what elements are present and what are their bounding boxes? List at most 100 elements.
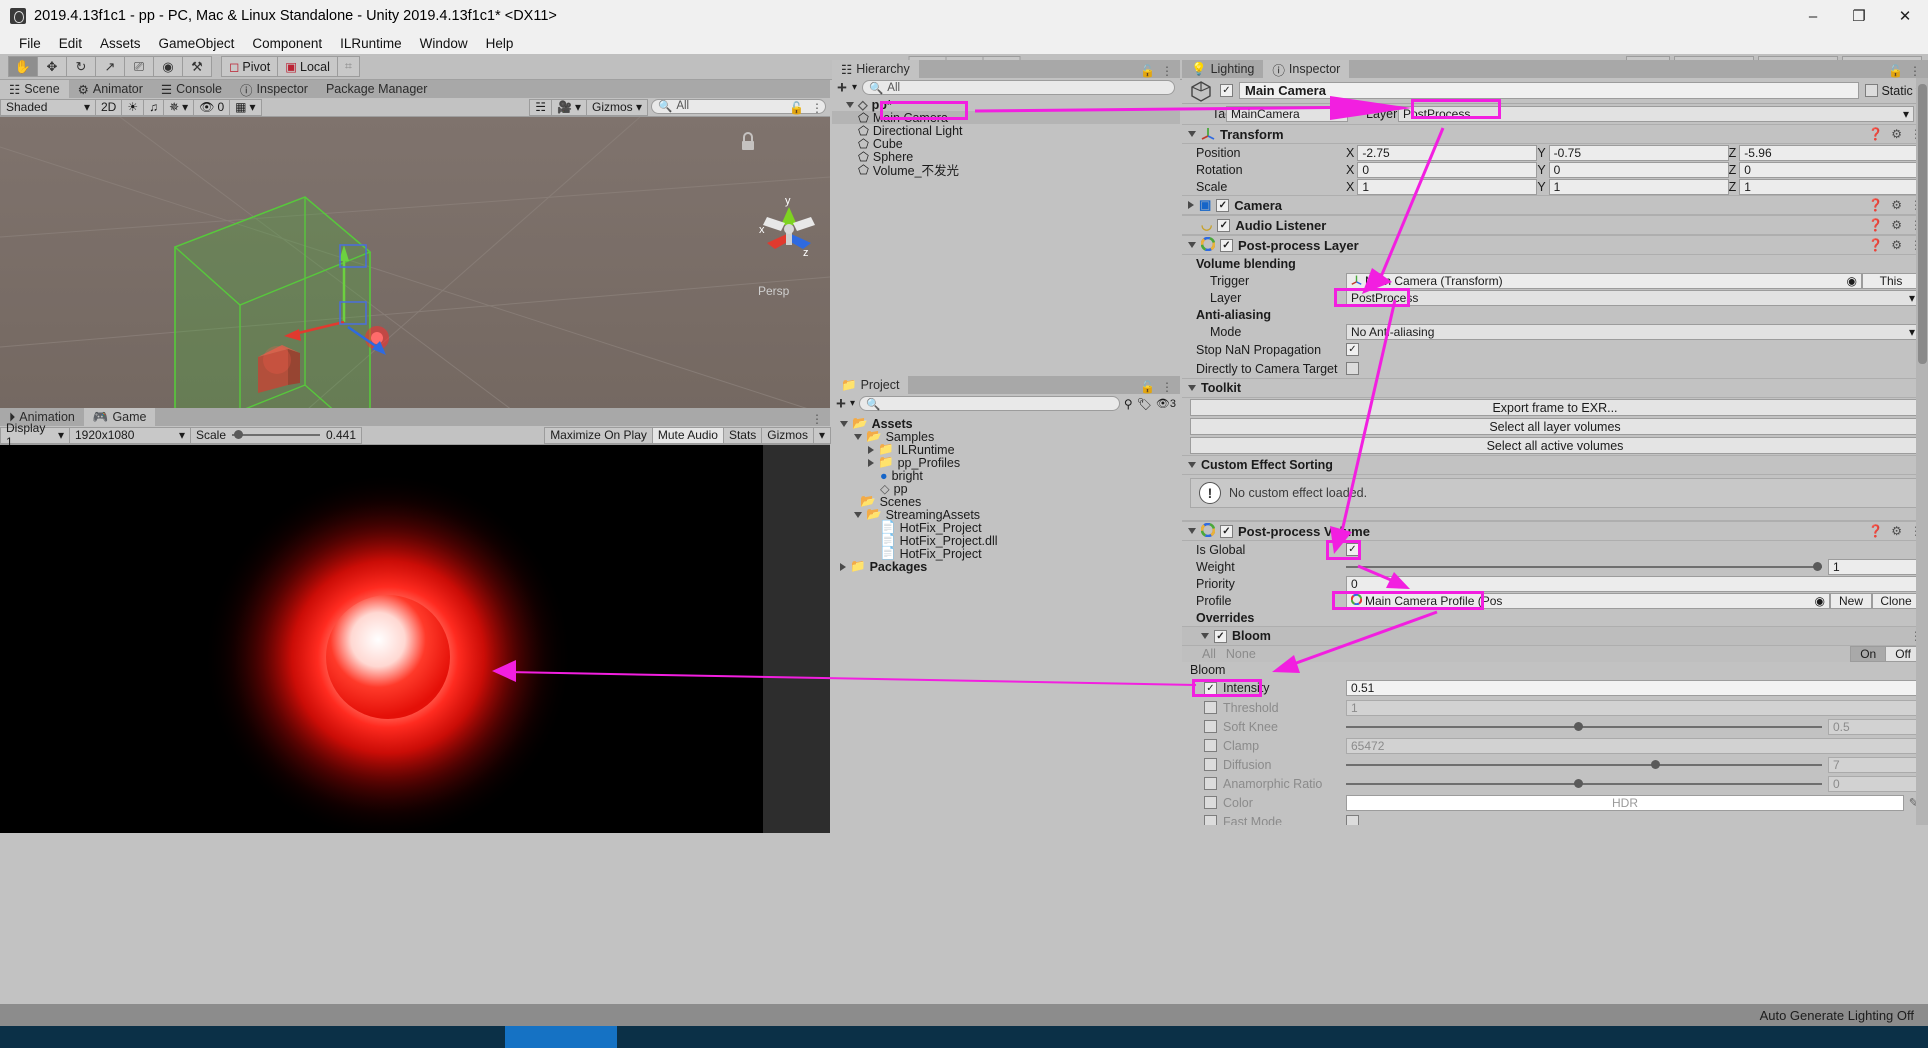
toolkit-header[interactable]: Toolkit bbox=[1182, 378, 1928, 398]
hierarchy-kebab-icon[interactable]: ⋮ bbox=[1161, 64, 1180, 78]
shading-mode-dropdown[interactable]: Shaded ▾ bbox=[0, 98, 96, 116]
chevron-down-icon[interactable] bbox=[840, 420, 848, 427]
game-kebab-icon[interactable]: ⋮ bbox=[811, 412, 830, 426]
anamorphic-ratio-checkbox[interactable] bbox=[1204, 777, 1217, 790]
help-icon[interactable]: ❓ bbox=[1868, 198, 1883, 212]
game-gizmos-chevron[interactable]: ▾ bbox=[812, 426, 831, 444]
scene-lighting-dropdown[interactable]: 🎥 ▾ bbox=[551, 98, 587, 116]
chevron-down-icon[interactable] bbox=[1188, 462, 1196, 468]
anamorphic-ratio-value[interactable]: 0 bbox=[1828, 775, 1920, 792]
chevron-down-icon[interactable] bbox=[1188, 242, 1196, 248]
grid-snap-toggle[interactable]: ⌗ bbox=[336, 56, 360, 77]
project-item-packages[interactable]: 📁 Packages bbox=[832, 559, 1180, 574]
minimize-button[interactable]: – bbox=[1790, 0, 1836, 32]
pplayer-enabled-checkbox[interactable]: ✓ bbox=[1220, 238, 1233, 252]
hierarchy-root-row[interactable]: ◇ pp* bbox=[832, 98, 1180, 112]
profile-new-button[interactable]: New bbox=[1830, 592, 1872, 609]
project-item-pp-scene[interactable]: ◇ pp bbox=[832, 482, 1180, 497]
soft-knee-value[interactable]: 0.5 bbox=[1828, 718, 1920, 735]
scene-fx-dropdown[interactable]: ✵ ▾ bbox=[163, 98, 195, 116]
custom-effect-sorting-header[interactable]: Custom Effect Sorting bbox=[1182, 455, 1928, 475]
scale-z-input[interactable]: 1 bbox=[1739, 178, 1920, 195]
local-toggle[interactable]: ▣ Local bbox=[277, 56, 338, 77]
scene-camera-settings[interactable]: ☵ bbox=[529, 98, 553, 116]
lock-icon[interactable]: 🔓 bbox=[789, 101, 804, 115]
tab-game[interactable]: 🎮 Game bbox=[83, 408, 156, 426]
filter-type-icon[interactable]: ⚲ bbox=[1124, 397, 1133, 411]
ppvolume-enabled-checkbox[interactable]: ✓ bbox=[1220, 524, 1233, 538]
project-kebab-icon[interactable]: ⋮ bbox=[1161, 380, 1180, 394]
soft-knee-slider[interactable] bbox=[1346, 718, 1822, 735]
help-icon[interactable]: ❓ bbox=[1868, 218, 1883, 232]
position-y-input[interactable]: -0.75 bbox=[1548, 144, 1729, 161]
select-active-volumes-button[interactable]: Select all active volumes bbox=[1190, 437, 1920, 454]
aa-mode-dropdown[interactable]: No Anti-aliasing ▾ bbox=[1346, 323, 1920, 340]
chevron-down-icon[interactable] bbox=[1188, 131, 1196, 137]
chevron-down-icon[interactable] bbox=[1188, 385, 1196, 391]
component-header-transform[interactable]: Transform ❓⚙⋮ bbox=[1182, 124, 1928, 144]
tab-animator[interactable]: ⚙ Animator bbox=[68, 80, 152, 98]
inspector-kebab-icon[interactable]: ⋮ bbox=[1909, 64, 1928, 78]
taskbar-active-app[interactable] bbox=[505, 1026, 617, 1048]
scene-kebab-icon[interactable]: ⋮ bbox=[811, 101, 824, 115]
chevron-right-icon[interactable] bbox=[840, 562, 846, 571]
audio-listener-enabled-checkbox[interactable]: ✓ bbox=[1217, 218, 1231, 232]
menu-ilruntime[interactable]: ILRuntime bbox=[331, 34, 411, 53]
game-viewport[interactable] bbox=[0, 445, 830, 833]
move-tool-icon[interactable]: ✥ bbox=[37, 56, 67, 77]
bloom-override-header[interactable]: ✓ Bloom ⋮ bbox=[1182, 626, 1928, 646]
object-picker-icon[interactable]: ◉ bbox=[1815, 594, 1825, 608]
select-layer-volumes-button[interactable]: Select all layer volumes bbox=[1190, 418, 1920, 435]
project-item-hotfix-binary[interactable]: 📄 HotFix_Project bbox=[832, 546, 1180, 561]
hierarchy-item-cube[interactable]: ⬠ Cube bbox=[832, 137, 1180, 152]
position-x-input[interactable]: -2.75 bbox=[1357, 144, 1538, 161]
anamorphic-ratio-slider[interactable] bbox=[1346, 775, 1822, 792]
diffusion-value[interactable]: 7 bbox=[1828, 756, 1920, 773]
diffusion-slider[interactable] bbox=[1346, 756, 1822, 773]
project-item-pp-profiles[interactable]: 📁 pp_Profiles bbox=[832, 455, 1180, 470]
help-icon[interactable]: ❓ bbox=[1868, 238, 1883, 252]
component-header-audio-listener[interactable]: ◡ ✓ Audio Listener ❓⚙⋮ bbox=[1182, 215, 1928, 235]
rect-tool-icon[interactable]: ⎚ bbox=[124, 56, 154, 77]
camera-enabled-checkbox[interactable]: ✓ bbox=[1216, 198, 1230, 212]
soft-knee-checkbox[interactable] bbox=[1204, 720, 1217, 733]
inspector-scrollbar[interactable] bbox=[1916, 78, 1928, 825]
scale-x-input[interactable]: 1 bbox=[1357, 178, 1538, 195]
component-header-post-process-layer[interactable]: ✓ Post-process Layer ❓⚙⋮ bbox=[1182, 235, 1928, 255]
chevron-down-icon[interactable] bbox=[1188, 528, 1196, 534]
menu-file[interactable]: File bbox=[10, 34, 50, 53]
is-global-checkbox[interactable]: ✓ bbox=[1346, 543, 1359, 556]
chevron-down-icon[interactable] bbox=[846, 101, 854, 108]
menu-edit[interactable]: Edit bbox=[50, 34, 91, 53]
hierarchy-add-button[interactable]: + bbox=[837, 78, 847, 98]
hierarchy-lock-icon[interactable]: 🔓 bbox=[1140, 64, 1161, 78]
scene-visibility-toggle[interactable]: 👁 0 bbox=[193, 98, 231, 116]
chevron-down-icon[interactable] bbox=[854, 433, 862, 440]
chevron-down-icon[interactable] bbox=[1201, 633, 1209, 639]
stats-toggle[interactable]: Stats bbox=[722, 426, 763, 444]
stop-nan-checkbox[interactable]: ✓ bbox=[1346, 343, 1359, 356]
priority-input[interactable]: 0 bbox=[1346, 575, 1920, 592]
export-exr-button[interactable]: Export frame to EXR... bbox=[1190, 399, 1920, 416]
intensity-input[interactable]: 0.51 bbox=[1346, 680, 1920, 696]
mute-audio-toggle[interactable]: Mute Audio bbox=[651, 426, 724, 444]
scale-y-input[interactable]: 1 bbox=[1548, 178, 1729, 195]
position-z-input[interactable]: -5.96 bbox=[1739, 144, 1920, 161]
static-checkbox[interactable] bbox=[1865, 84, 1879, 97]
maximize-button[interactable]: ❐ bbox=[1836, 0, 1882, 32]
project-search-input[interactable]: 🔍 bbox=[858, 396, 1120, 411]
trigger-this-button[interactable]: This bbox=[1862, 272, 1920, 289]
transform-tool-icon[interactable]: ◉ bbox=[153, 56, 183, 77]
tab-hierarchy[interactable]: ☷ Hierarchy bbox=[832, 60, 919, 78]
rotation-y-input[interactable]: 0 bbox=[1548, 161, 1729, 178]
fast-mode-override-checkbox[interactable] bbox=[1204, 815, 1217, 825]
pivot-toggle[interactable]: ◻ Pivot bbox=[221, 56, 279, 77]
scale-tool-icon[interactable]: ↗ bbox=[95, 56, 125, 77]
game-gizmos-dropdown[interactable]: Gizmos bbox=[761, 426, 814, 444]
clamp-checkbox[interactable] bbox=[1204, 739, 1217, 752]
diffusion-checkbox[interactable] bbox=[1204, 758, 1217, 771]
object-picker-icon[interactable]: ◉ bbox=[1847, 274, 1857, 288]
hierarchy-item-directional-light[interactable]: ⬠ Directional Light bbox=[832, 124, 1180, 139]
scene-audio-toggle[interactable]: ♫ bbox=[143, 98, 165, 116]
chevron-down-icon[interactable]: ▾ bbox=[850, 398, 855, 409]
